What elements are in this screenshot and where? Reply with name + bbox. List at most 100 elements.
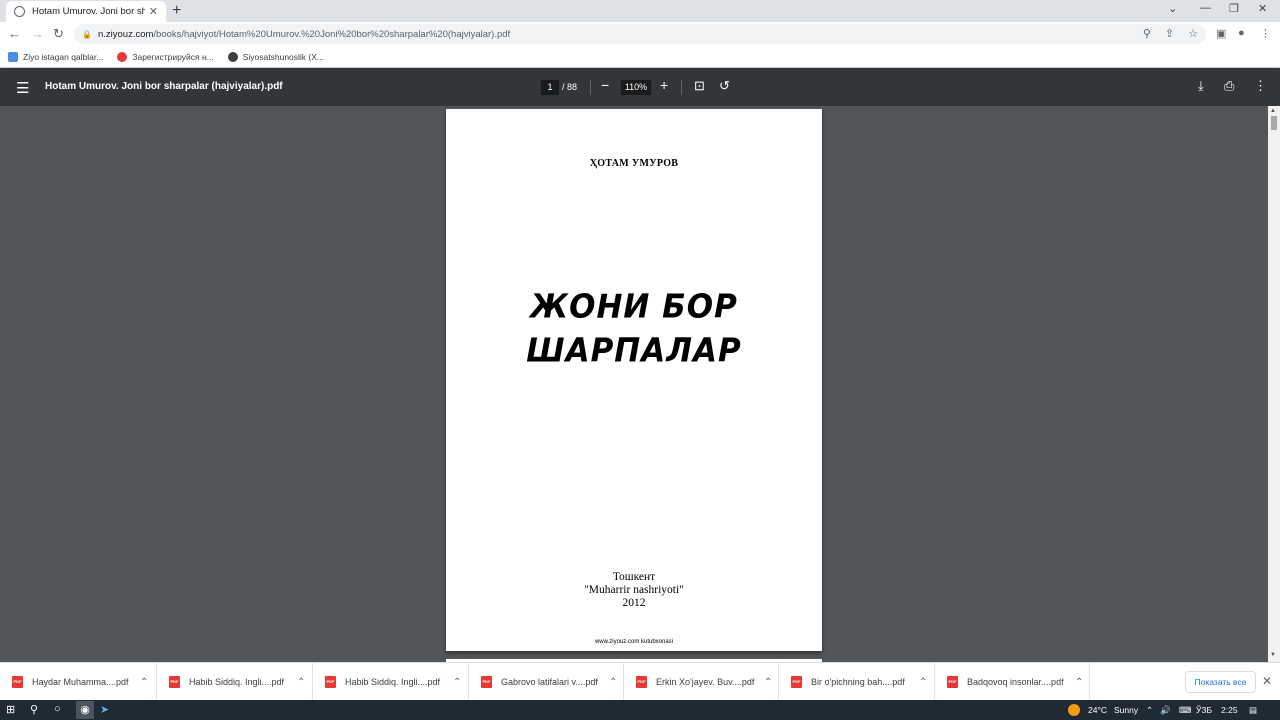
- notification-icon[interactable]: ▤: [1249, 705, 1257, 716]
- chevron-up-icon[interactable]: ⌃: [297, 677, 305, 688]
- scrollbar-thumb[interactable]: [1271, 116, 1277, 130]
- pdf-file-icon: PDF: [636, 676, 647, 688]
- hamburger-menu-icon[interactable]: ☰: [16, 79, 29, 97]
- zoom-icon[interactable]: ⚲: [1143, 27, 1151, 40]
- url-path: /books/hajviyot/Hotam%20Umurov.%20Joni%2…: [153, 28, 511, 40]
- scroll-down-icon[interactable]: ▼: [1270, 652, 1276, 658]
- chevron-up-icon[interactable]: ⌃: [1075, 677, 1083, 688]
- zoom-level-input[interactable]: 110%: [621, 80, 651, 95]
- bookmark-label: Ziyo istagan qalblar...: [23, 51, 104, 62]
- pdf-toolbar: ☰ Hotam Umurov. Joni bor sharpalar (hajv…: [0, 68, 1280, 106]
- pdf-file-icon: PDF: [947, 676, 958, 688]
- download-name: Habib Siddiq. Ingli....pdf: [345, 677, 441, 687]
- tab-search-icon[interactable]: ⌄: [1168, 2, 1177, 15]
- more-options-icon[interactable]: ⋮: [1254, 78, 1267, 94]
- task-view-icon[interactable]: ○: [54, 703, 61, 715]
- language-indicator[interactable]: ЎЗБ: [1196, 705, 1212, 715]
- bookmark-item[interactable]: Ziyo istagan qalblar...: [8, 51, 104, 62]
- download-item[interactable]: PDF Gabrovo latifalari v....pdf ⌃: [469, 663, 624, 701]
- browser-menu-icon[interactable]: ⋮: [1260, 27, 1271, 40]
- language-icon[interactable]: ⌨: [1179, 705, 1191, 716]
- download-name: Erkin Xo'jayev. Buv....pdf: [656, 677, 755, 687]
- pdf-file-icon: PDF: [791, 676, 802, 688]
- pdf-file-icon: PDF: [169, 676, 180, 688]
- scroll-up-icon[interactable]: ▲: [1270, 108, 1276, 114]
- temperature[interactable]: 24°C: [1088, 705, 1107, 715]
- weather-sun-icon: [1068, 704, 1080, 716]
- star-icon[interactable]: ☆: [1188, 27, 1198, 40]
- minimize-button[interactable]: —: [1200, 2, 1211, 14]
- print-icon[interactable]: ⎙: [1224, 78, 1234, 94]
- zoom-in-button[interactable]: +: [660, 77, 668, 93]
- chevron-up-icon[interactable]: ⌃: [764, 677, 772, 688]
- close-tab-icon[interactable]: ✕: [149, 5, 158, 18]
- fit-page-icon[interactable]: ⊡: [694, 78, 705, 94]
- document-city: Тошкент: [612, 571, 656, 583]
- back-icon[interactable]: ←: [8, 26, 21, 41]
- forward-icon[interactable]: →: [31, 26, 44, 41]
- downloads-bar: PDF Haydar Muhamma....pdf ⌃ PDF Habib Si…: [0, 662, 1280, 701]
- divider: [681, 80, 682, 95]
- download-name: Bir o'pichning bah....pdf: [811, 677, 905, 687]
- restore-button[interactable]: ❐: [1229, 2, 1239, 15]
- bookmark-item[interactable]: Siyosatshunoslik (X...: [227, 51, 324, 62]
- tray-chevron-icon[interactable]: ⌃: [1146, 705, 1153, 716]
- address-bar[interactable]: 🔒 n.ziyouz.com /books/hajviyot/Hotam%20U…: [74, 24, 1206, 44]
- close-window-button[interactable]: ✕: [1258, 2, 1267, 15]
- chevron-up-icon[interactable]: ⌃: [140, 677, 148, 688]
- pdf-title: Hotam Umurov. Joni bor sharpalar (hajviy…: [45, 81, 283, 92]
- globe-icon: [14, 6, 25, 17]
- show-all-downloads-button[interactable]: Показать все: [1185, 671, 1256, 693]
- os-taskbar: ⊞ ⚲ ○ ◉ ➤ 24°C Sunny ⌃ 🔊 ⌨ ЎЗБ 2:25 ▤: [0, 700, 1280, 720]
- close-downloads-icon[interactable]: ✕: [1262, 674, 1272, 688]
- chevron-up-icon[interactable]: ⌃: [609, 677, 617, 688]
- pdf-page: ҲОТАМ УМУРОВ ЖОНИ БОР ШАРПАЛАР Тошкент "…: [446, 109, 822, 651]
- download-item[interactable]: PDF Erkin Xo'jayev. Buv....pdf ⌃: [624, 663, 779, 701]
- title-line: ЖОНИ БОР: [530, 288, 738, 326]
- download-name: Gabrovo latifalari v....pdf: [501, 677, 598, 687]
- side-panel-icon[interactable]: ▣: [1216, 27, 1226, 40]
- clock-time[interactable]: 2:25: [1221, 705, 1238, 715]
- zoom-out-button[interactable]: −: [601, 77, 609, 93]
- search-icon[interactable]: ⚲: [30, 703, 38, 716]
- document-author: ҲОТАМ УМУРОВ: [589, 158, 679, 169]
- globe-icon: [227, 51, 238, 62]
- pdf-file-icon: PDF: [12, 676, 23, 688]
- download-item[interactable]: PDF Habib Siddiq. Ingli....pdf ⌃: [313, 663, 469, 701]
- bookmark-item[interactable]: Зарегистрируйся н...: [117, 51, 214, 62]
- download-item[interactable]: PDF Badqovoq insonlar....pdf ⌃: [935, 663, 1090, 701]
- scrollbar[interactable]: ▲ ▼: [1268, 106, 1280, 662]
- bookmark-label: Зарегистрируйся н...: [132, 51, 214, 62]
- download-item[interactable]: PDF Habib Siddiq. Ingli....pdf ⌃: [157, 663, 313, 701]
- windows-start-icon[interactable]: ⊞: [6, 703, 15, 716]
- download-icon[interactable]: ⤓: [1198, 78, 1204, 94]
- download-name: Haydar Muhamma....pdf: [32, 677, 129, 687]
- download-item[interactable]: PDF Bir o'pichning bah....pdf ⌃: [779, 663, 935, 701]
- download-name: Badqovoq insonlar....pdf: [967, 677, 1064, 687]
- tab-title: Hotam Umurov. Joni bor sharpalar (hajviy…: [32, 6, 145, 17]
- share-icon[interactable]: ⇪: [1165, 27, 1174, 40]
- page-number-input[interactable]: 1: [541, 80, 559, 95]
- download-name: Habib Siddiq. Ingli....pdf: [189, 677, 285, 687]
- divider: [590, 80, 591, 95]
- document-title: ЖОНИ БОР ШАРПАЛАР: [446, 285, 822, 373]
- browser-tab[interactable]: Hotam Umurov. Joni bor sharpalar (hajviy…: [6, 1, 166, 22]
- page-total: / 88: [562, 82, 578, 92]
- pdf-file-icon: PDF: [325, 676, 336, 688]
- reload-icon[interactable]: ↻: [53, 26, 64, 42]
- weather-text[interactable]: Sunny: [1114, 705, 1138, 715]
- tab-strip: Hotam Umurov. Joni bor sharpalar (hajviy…: [0, 0, 1280, 22]
- new-tab-button[interactable]: +: [172, 2, 181, 20]
- bookmark-favicon: [8, 51, 18, 62]
- download-item[interactable]: PDF Haydar Muhamma....pdf ⌃: [0, 663, 157, 701]
- profile-icon[interactable]: ●: [1238, 27, 1245, 39]
- chevron-up-icon[interactable]: ⌃: [453, 677, 461, 688]
- rotate-icon[interactable]: ↺: [719, 78, 730, 94]
- bookmark-label: Siyosatshunoslik (X...: [242, 51, 324, 62]
- telegram-app-icon[interactable]: ➤: [100, 703, 109, 716]
- lock-icon: 🔒: [82, 29, 92, 39]
- pdf-viewer-area[interactable]: ҲОТАМ УМУРОВ ЖОНИ БОР ШАРПАЛАР Тошкент "…: [0, 106, 1280, 662]
- chevron-up-icon[interactable]: ⌃: [919, 677, 927, 688]
- volume-icon[interactable]: 🔊: [1160, 705, 1171, 716]
- chrome-app-icon[interactable]: ◉: [76, 701, 94, 719]
